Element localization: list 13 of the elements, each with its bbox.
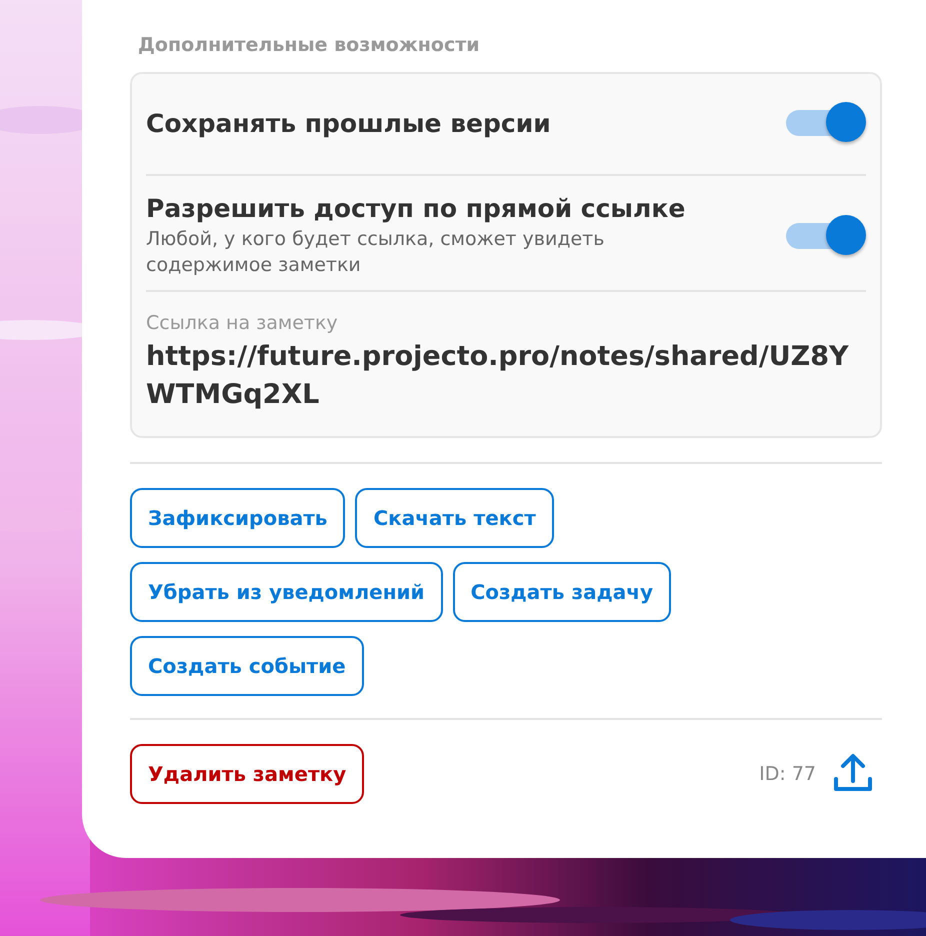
setting-description: Любой, у кого будет ссылка, сможет увидеть содержимое заметки (146, 227, 606, 278)
action-button[interactable]: Создать событие (130, 636, 364, 696)
action-button[interactable]: Скачать текст (355, 488, 554, 548)
action-button[interactable]: Зафиксировать (130, 488, 346, 548)
setting-title: Сохранять прошлые версии (146, 108, 551, 138)
action-button[interactable]: Создать задачу (452, 562, 671, 622)
setting-title: Разрешить доступ по прямой ссылке (146, 194, 686, 223)
link-url: https://future.projecto.pro/notes/shared/UZ8YWTMGq2XL (146, 340, 850, 412)
note-id: ID: 77 (759, 762, 816, 785)
action-button[interactable]: Убрать из уведомлений (130, 562, 443, 622)
section-title: Дополнительные возможности (137, 34, 481, 56)
delete-button[interactable]: Удалить заметку (130, 744, 364, 804)
link-label: Ссылка на заметку (146, 312, 339, 334)
